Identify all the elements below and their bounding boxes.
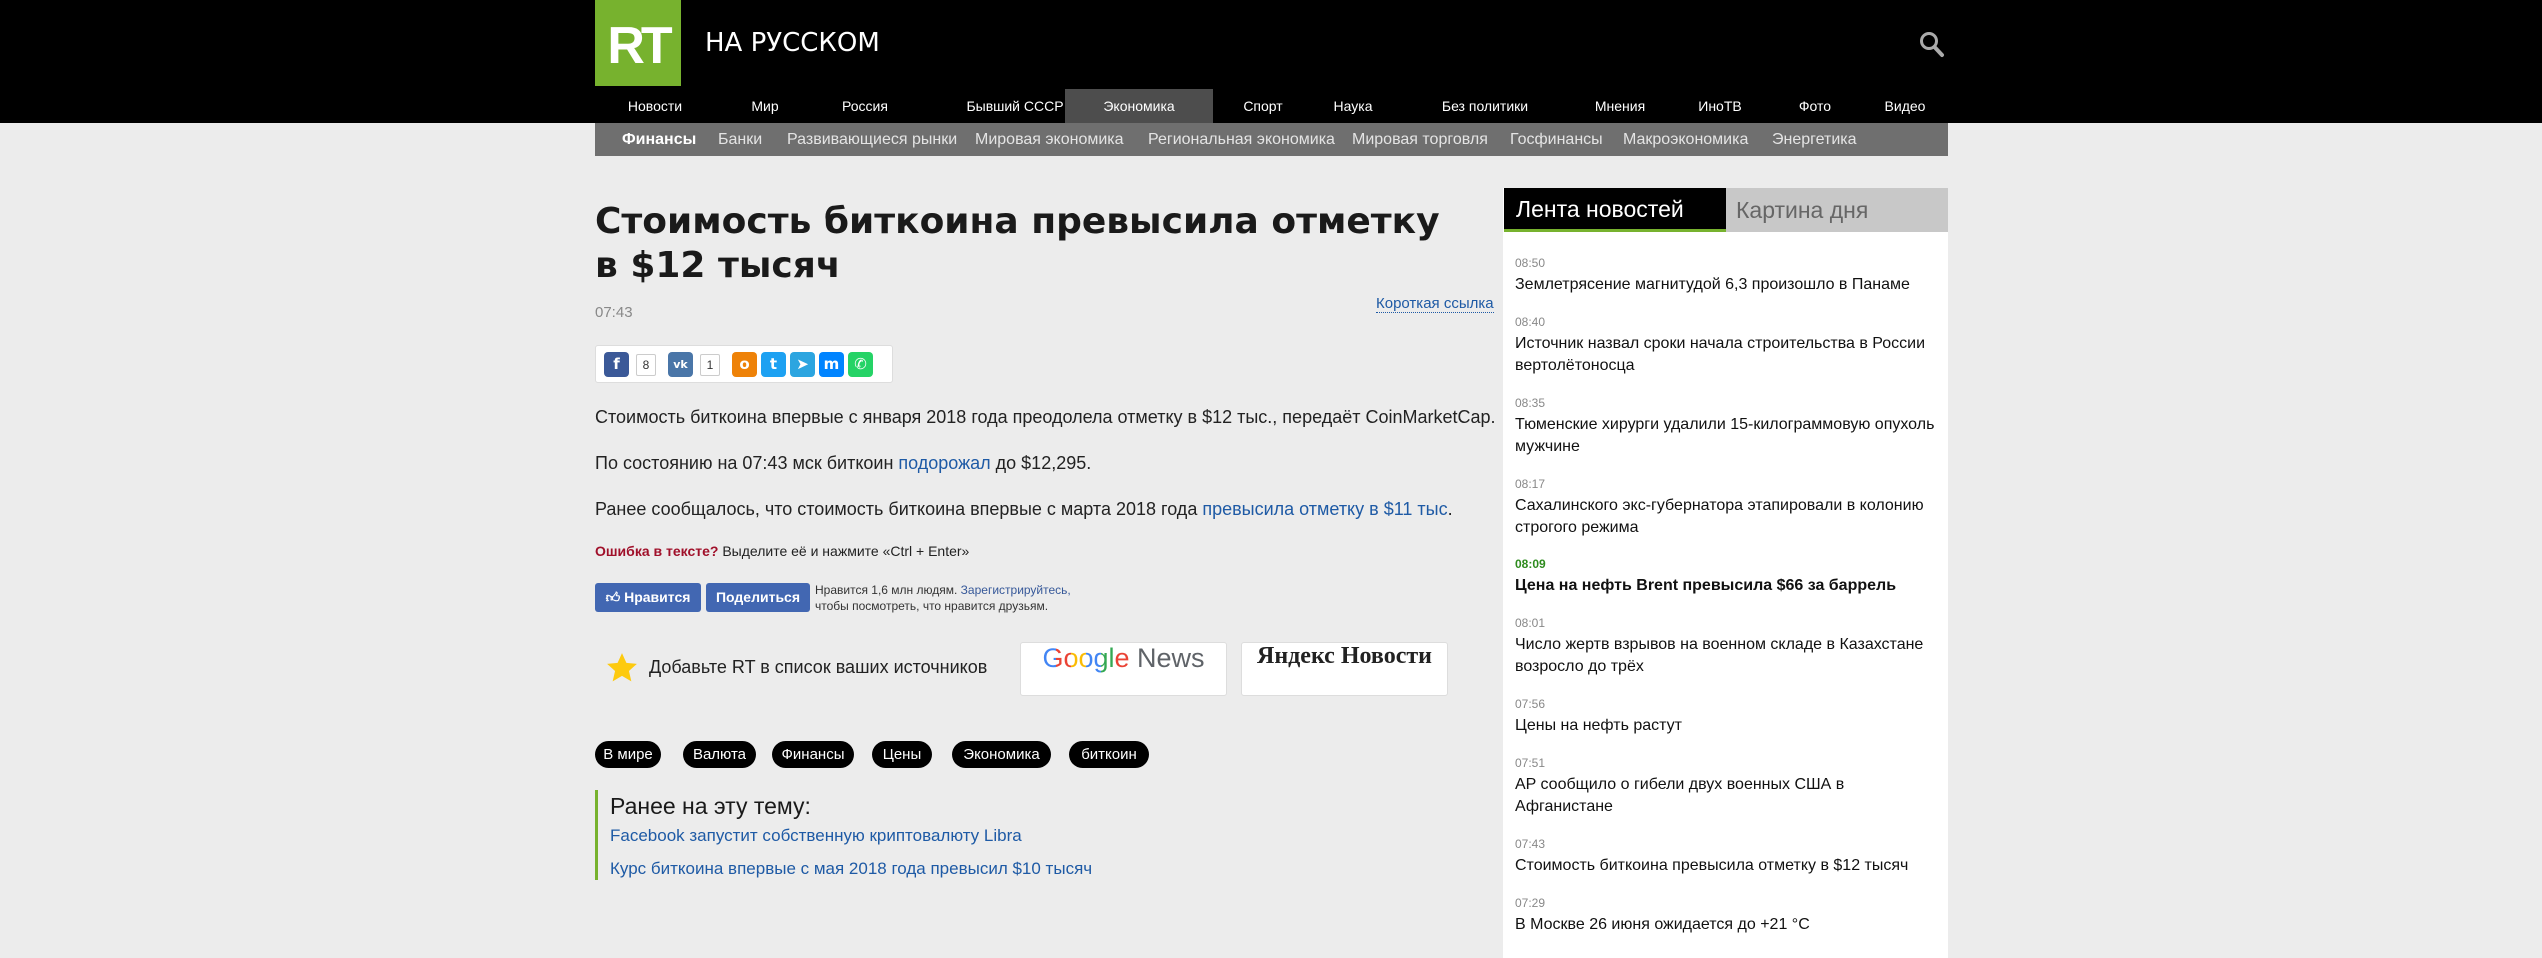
news-item[interactable]: Землетрясение магнитудой 6,3 произошло в… bbox=[1515, 274, 1940, 296]
thumbs-up-icon: 👍︎ bbox=[605, 589, 625, 605]
telegram-share-icon[interactable]: ➤ bbox=[790, 352, 815, 377]
error-report-hint: Ошибка в тексте? Выделите её и нажмите «… bbox=[595, 543, 969, 559]
paragraph-text: Ранее сообщалось, что стоимость биткоина… bbox=[595, 499, 1203, 519]
tab-lenta-novostey[interactable]: Лента новостей bbox=[1504, 188, 1726, 232]
nav-ekonomika[interactable]: Экономика bbox=[1065, 89, 1213, 123]
related-link[interactable]: Facebook запустит собственную криптовалю… bbox=[610, 826, 1022, 846]
subnav-razvivayushchiesya-rynki[interactable]: Развивающиеся рынки bbox=[787, 123, 957, 156]
facebook-like-button[interactable]: 👍︎ Нравится bbox=[595, 583, 701, 612]
subnav-energetika[interactable]: Энергетика bbox=[1772, 123, 1857, 156]
news-wordmark: News bbox=[1137, 643, 1205, 673]
article-title: Стоимость биткоина превысила отметку в $… bbox=[595, 201, 1440, 286]
facebook-share-icon[interactable]: f bbox=[604, 352, 629, 377]
news-item[interactable]: Источник назвал сроки начала строительст… bbox=[1515, 333, 1940, 377]
likes-count-text: Нравится 1,6 млн людям. bbox=[815, 583, 961, 597]
search-icon[interactable] bbox=[1919, 31, 1945, 59]
twitter-share-icon[interactable]: t bbox=[761, 352, 786, 377]
news-item[interactable]: Сахалинского экс-губернатора этапировали… bbox=[1515, 495, 1940, 539]
subnav-mirovaya-torgovlya[interactable]: Мировая торговля bbox=[1352, 123, 1488, 156]
short-link[interactable]: Короткая ссылка bbox=[1376, 295, 1494, 313]
whatsapp-share-icon[interactable]: ✆ bbox=[848, 352, 873, 377]
subnav-makroekonomika[interactable]: Макроэкономика bbox=[1623, 123, 1748, 156]
nav-novosti[interactable]: Новости bbox=[595, 89, 715, 123]
subnav-mirovaya-ekonomika[interactable]: Мировая экономика bbox=[975, 123, 1124, 156]
odnoklassniki-share-icon[interactable]: o bbox=[732, 352, 757, 377]
yandex-news-button[interactable]: Яндекс Новости bbox=[1241, 642, 1448, 696]
nav-rossiya[interactable]: Россия bbox=[815, 89, 915, 123]
news-item[interactable]: Тюменские хирурги удалили 15-килограммов… bbox=[1515, 414, 1940, 458]
paragraph-text: . bbox=[1447, 499, 1453, 519]
main-nav: Новости Мир Россия Бывший СССР Экономика… bbox=[595, 89, 1948, 123]
nav-inotv[interactable]: ИноТВ bbox=[1670, 89, 1770, 123]
error-hint-text: Выделите её и нажмите «Ctrl + Enter» bbox=[718, 543, 970, 559]
subnav-regionalnaya-ekonomika[interactable]: Региональная экономика bbox=[1148, 123, 1335, 156]
tag-ekonomika[interactable]: Экономика bbox=[952, 741, 1051, 768]
nav-video[interactable]: Видео bbox=[1855, 89, 1955, 123]
news-item[interactable]: Цены на нефть растут bbox=[1515, 715, 1940, 737]
nav-bez-politiki[interactable]: Без политики bbox=[1415, 89, 1555, 123]
share-bar: f 8 vk 1 o t ➤ m ✆ bbox=[595, 345, 893, 383]
news-time: 08:01 bbox=[1515, 616, 1546, 630]
star-icon bbox=[605, 651, 639, 685]
nav-mir[interactable]: Мир bbox=[715, 89, 815, 123]
article-time: 07:43 bbox=[595, 304, 633, 321]
subnav-gosfinansy[interactable]: Госфинансы bbox=[1510, 123, 1603, 156]
google-wordmark: Google bbox=[1042, 643, 1130, 673]
news-time: 08:17 bbox=[1515, 477, 1546, 491]
article-paragraph-2: По состоянию на 07:43 мск биткоин подоро… bbox=[595, 453, 1091, 474]
messenger-share-icon[interactable]: m bbox=[819, 352, 844, 377]
rt-logo[interactable]: RT bbox=[595, 0, 681, 86]
vk-share-icon[interactable]: vk bbox=[668, 352, 693, 377]
news-time: 08:40 bbox=[1515, 315, 1546, 329]
news-item[interactable]: Цена на нефть Brent превысила $66 за бар… bbox=[1515, 575, 1940, 597]
news-time: 08:50 bbox=[1515, 256, 1546, 270]
news-item[interactable]: Число жертв взрывов на военном складе в … bbox=[1515, 634, 1940, 678]
related-link[interactable]: Курс биткоина впервые с мая 2018 года пр… bbox=[610, 859, 1092, 879]
tab-kartina-dnya[interactable]: Картина дня bbox=[1726, 188, 1948, 232]
related-articles: Ранее на эту тему: Facebook запустит соб… bbox=[595, 790, 1195, 880]
related-heading: Ранее на эту тему: bbox=[610, 793, 811, 819]
article-paragraph-1: Стоимость биткоина впервые с января 2018… bbox=[595, 407, 1496, 427]
paragraph-text: до $12,295. bbox=[990, 453, 1092, 473]
news-time: 07:51 bbox=[1515, 756, 1546, 770]
tag-tseny[interactable]: Цены bbox=[872, 741, 932, 768]
sub-nav: Финансы Банки Развивающиеся рынки Мирова… bbox=[595, 123, 1948, 156]
nav-foto[interactable]: Фото bbox=[1765, 89, 1865, 123]
nav-sport[interactable]: Спорт bbox=[1213, 89, 1313, 123]
news-item[interactable]: Стоимость биткоина превысила отметку в $… bbox=[1515, 855, 1940, 877]
news-time: 07:56 bbox=[1515, 697, 1546, 711]
tag-valyuta[interactable]: Валюта bbox=[683, 741, 756, 768]
subnav-finansy[interactable]: Финансы bbox=[622, 123, 696, 156]
register-link[interactable]: Зарегистрируйтесь, bbox=[961, 583, 1071, 597]
like-label: Нравится bbox=[624, 589, 691, 605]
news-item[interactable]: В Москве 26 июня ожидается до +21 °C bbox=[1515, 914, 1940, 936]
site-name[interactable]: НА РУССКОМ bbox=[705, 28, 880, 58]
add-sources-text: Добавьте RT в список ваших источников bbox=[649, 657, 988, 677]
facebook-share-count: 8 bbox=[636, 354, 656, 376]
tag-bitkoin[interactable]: биткоин bbox=[1069, 741, 1149, 768]
google-news-button[interactable]: Google News bbox=[1020, 642, 1227, 696]
podorozhal-link[interactable]: подорожал bbox=[898, 453, 990, 473]
previous-article-link[interactable]: превысила отметку в $11 тыс bbox=[1202, 499, 1447, 519]
subnav-banki[interactable]: Банки bbox=[718, 123, 762, 156]
news-time: 08:09 bbox=[1515, 557, 1546, 571]
news-time: 08:35 bbox=[1515, 396, 1546, 410]
facebook-share-button[interactable]: Поделиться bbox=[706, 583, 810, 612]
news-time: 07:43 bbox=[1515, 837, 1546, 851]
facebook-likes-text: Нравится 1,6 млн людям. Зарегистрируйтес… bbox=[815, 582, 1071, 614]
nav-nauka[interactable]: Наука bbox=[1303, 89, 1403, 123]
tag-finansy[interactable]: Финансы bbox=[772, 741, 854, 768]
likes-hint-text: чтобы посмотреть, что нравится друзьям. bbox=[815, 599, 1049, 613]
error-label: Ошибка в тексте? bbox=[595, 543, 719, 559]
news-time: 07:29 bbox=[1515, 896, 1546, 910]
paragraph-text: По состоянию на 07:43 мск биткоин bbox=[595, 453, 899, 473]
tag-v-mire[interactable]: В мире bbox=[595, 741, 661, 768]
article-paragraph-3: Ранее сообщалось, что стоимость биткоина… bbox=[595, 499, 1453, 520]
news-feed-panel bbox=[1503, 188, 1948, 958]
vk-share-count: 1 bbox=[700, 354, 720, 376]
nav-mneniya[interactable]: Мнения bbox=[1570, 89, 1670, 123]
news-item[interactable]: AP сообщило о гибели двух военных США в … bbox=[1515, 774, 1940, 818]
